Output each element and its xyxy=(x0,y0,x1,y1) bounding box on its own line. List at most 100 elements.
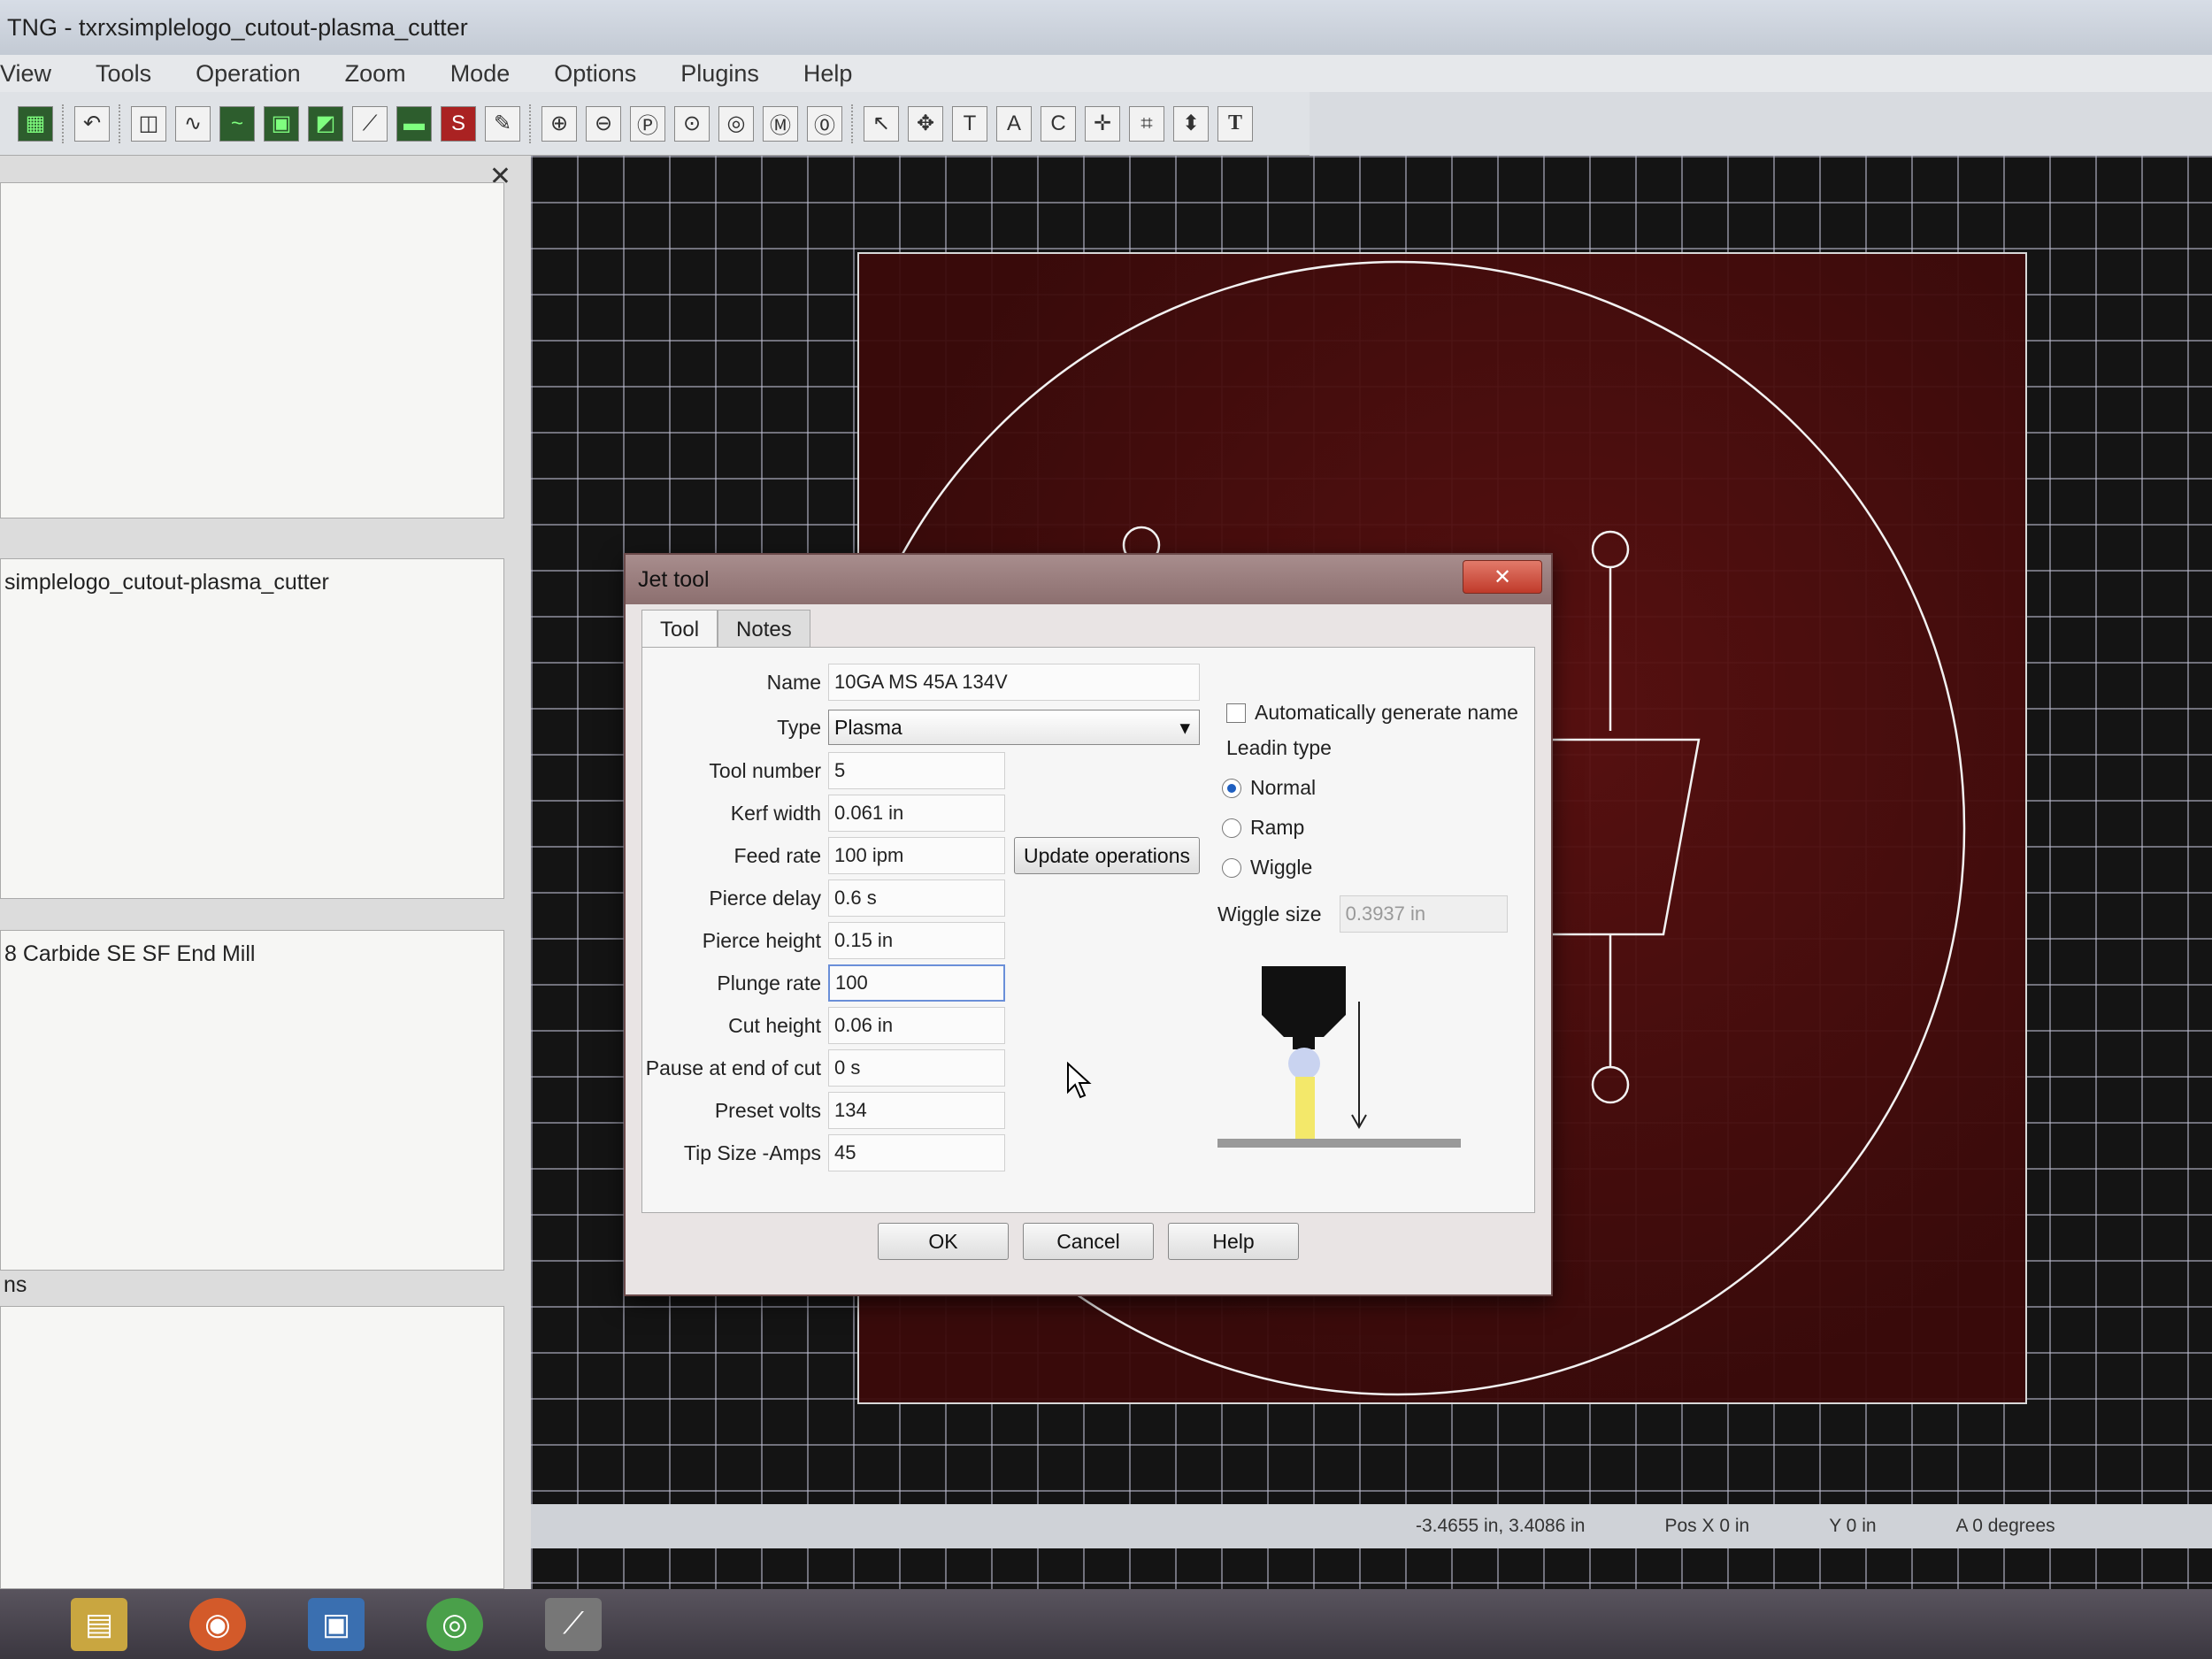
kerf-width-field[interactable]: 0.061 in xyxy=(828,795,1005,832)
menu-help[interactable]: Help xyxy=(803,60,853,88)
chrome-icon[interactable]: ◎ xyxy=(426,1597,483,1651)
torch-head-icon xyxy=(1262,966,1346,1037)
tool-number-field[interactable]: 5 xyxy=(828,752,1005,789)
feed-rate-field[interactable]: 100 ipm xyxy=(828,837,1005,874)
select-arrow-icon[interactable]: ↖ xyxy=(864,105,899,142)
leadin-wiggle-label: Wiggle xyxy=(1250,856,1313,879)
zoom-out-icon[interactable]: ⊖ xyxy=(586,105,621,142)
drill-op-icon[interactable]: ◫ xyxy=(131,105,166,142)
undo-icon[interactable]: ↶ xyxy=(74,105,110,142)
wiggle-size-field[interactable]: 0.3937 in xyxy=(1339,895,1508,933)
leadin-normal-radio[interactable] xyxy=(1222,778,1241,798)
text-tool-icon[interactable]: T xyxy=(1217,105,1253,142)
menu-tools[interactable]: Tools xyxy=(96,60,151,88)
paint-tool-icon[interactable]: ✎ xyxy=(485,105,520,142)
cancel-button[interactable]: Cancel xyxy=(1023,1223,1154,1260)
auto-name-checkbox[interactable] xyxy=(1226,703,1246,723)
node-edit-icon[interactable]: ⬍ xyxy=(1173,105,1209,142)
pierce-delay-field[interactable]: 0.6 s xyxy=(828,879,1005,917)
taskbar: ▤ ◉ ▣ ◎ ⟋ xyxy=(0,1589,2212,1659)
project-name[interactable]: simplelogo_cutout-plasma_cutter xyxy=(4,570,329,595)
preset-volts-field[interactable]: 134 xyxy=(828,1092,1005,1129)
plasma-jet xyxy=(1295,1077,1315,1139)
file-explorer-icon[interactable]: ▤ xyxy=(71,1597,127,1651)
inside-op-icon[interactable]: ◩ xyxy=(308,105,343,142)
menu-bar: View Tools Operation Zoom Mode Options P… xyxy=(0,55,2212,92)
operations-box xyxy=(0,1306,504,1589)
tool-tab-panel: Name 10GA MS 45A 134V Type Plasma ▾ Tool… xyxy=(641,647,1535,1213)
dialog-close-button[interactable]: ✕ xyxy=(1463,560,1542,594)
dialog-titlebar: Jet tool ✕ xyxy=(626,555,1551,604)
pos-y-readout: Y 0 in xyxy=(1829,1516,1877,1536)
tab-notes[interactable]: Notes xyxy=(718,610,810,649)
select-chain-icon[interactable]: C xyxy=(1041,105,1076,142)
cut-height-label: Cut height xyxy=(728,1013,821,1037)
toolbar-background xyxy=(1310,92,2212,156)
kerf-width-label: Kerf width xyxy=(730,801,821,825)
cad-app-icon[interactable]: ⟋ xyxy=(545,1597,602,1651)
project-tree-box: simplelogo_cutout-plasma_cutter xyxy=(0,558,504,899)
plunge-rate-field[interactable]: 100 xyxy=(828,964,1005,1002)
ok-button[interactable]: OK xyxy=(878,1223,1009,1260)
zoom-material-icon[interactable]: Ⓜ xyxy=(763,105,798,142)
zoom-stock-icon[interactable]: ◎ xyxy=(718,105,754,142)
tab-tool[interactable]: Tool xyxy=(641,610,718,649)
logo-bottom-circle[interactable] xyxy=(1591,1065,1630,1104)
workpiece-plate xyxy=(1217,1139,1461,1148)
facing-op-icon[interactable]: ▬ xyxy=(396,105,432,142)
vcarve-op-icon[interactable]: ⟋ xyxy=(352,105,388,142)
cursor-position: -3.4655 in, 3.4086 in xyxy=(1416,1516,1586,1536)
select-all-icon[interactable]: A xyxy=(996,105,1032,142)
leadin-normal-label: Normal xyxy=(1250,776,1317,799)
section-label: ns xyxy=(4,1272,27,1297)
menu-options[interactable]: Options xyxy=(554,60,636,88)
menu-plugins[interactable]: Plugins xyxy=(680,60,759,88)
menu-operation[interactable]: Operation xyxy=(196,60,301,88)
leadin-wiggle-radio[interactable] xyxy=(1222,857,1241,878)
move-icon[interactable]: ✛ xyxy=(1085,105,1120,142)
preset-volts-label: Preset volts xyxy=(714,1098,821,1122)
logo-diode-shape[interactable] xyxy=(1531,738,1701,936)
torch-diagram xyxy=(1217,966,1461,1148)
pocket-op-icon[interactable]: ▣ xyxy=(264,105,299,142)
pan-icon[interactable]: ✥ xyxy=(908,105,943,142)
zoom-in-icon[interactable]: ⊕ xyxy=(541,105,577,142)
browser-icon[interactable]: ◉ xyxy=(189,1597,246,1651)
update-operations-button[interactable]: Update operations xyxy=(1014,837,1200,874)
left-panel: ✕ simplelogo_cutout-plasma_cutter 8 Carb… xyxy=(0,156,531,1589)
help-button[interactable]: Help xyxy=(1168,1223,1299,1260)
name-field[interactable]: 10GA MS 45A 134V xyxy=(828,664,1200,701)
cut-height-field[interactable]: 0.06 in xyxy=(828,1007,1005,1044)
engrave-op-icon[interactable]: ~ xyxy=(219,105,255,142)
zoom-machine-icon[interactable]: ⓪ xyxy=(807,105,842,142)
app-icon[interactable]: ▣ xyxy=(308,1597,365,1651)
type-select-value: Plasma xyxy=(834,715,902,739)
calculator-icon[interactable]: ▦ xyxy=(18,105,53,142)
menu-zoom[interactable]: Zoom xyxy=(345,60,406,88)
zoom-part-icon[interactable]: Ⓟ xyxy=(630,105,665,142)
pause-field[interactable]: 0 s xyxy=(828,1049,1005,1087)
tip-size-field[interactable]: 45 xyxy=(828,1134,1005,1171)
pierce-height-field[interactable]: 0.15 in xyxy=(828,922,1005,959)
menu-mode[interactable]: Mode xyxy=(450,60,511,88)
menu-view[interactable]: View xyxy=(0,60,51,88)
crop-icon[interactable]: ⌗ xyxy=(1129,105,1164,142)
type-label: Type xyxy=(777,715,821,739)
window-titlebar: TNG - txrxsimplelogo_cutout-plasma_cutte… xyxy=(0,0,2212,55)
mouse-cursor-icon xyxy=(1067,1062,1092,1099)
leadin-ramp-radio[interactable] xyxy=(1222,818,1241,838)
zoom-window-icon[interactable]: ⊙ xyxy=(674,105,710,142)
toolbar-separator xyxy=(529,104,533,143)
angle-readout: A 0 degrees xyxy=(1955,1516,2055,1536)
plasma-op-icon[interactable]: S xyxy=(441,105,476,142)
leadin-ramp-label: Ramp xyxy=(1250,816,1305,839)
select-text-icon[interactable]: T xyxy=(952,105,987,142)
pierce-height-label: Pierce height xyxy=(702,928,821,952)
tool-list-item[interactable]: 8 Carbide SE SF End Mill xyxy=(4,941,255,967)
type-select[interactable]: Plasma ▾ xyxy=(828,710,1200,745)
window-title: TNG - txrxsimplelogo_cutout-plasma_cutte… xyxy=(7,13,468,41)
toolbar-separator xyxy=(62,104,65,143)
auto-name-label: Automatically generate name xyxy=(1255,701,1518,724)
profile-op-icon[interactable]: ∿ xyxy=(175,105,211,142)
logo-top-circle[interactable] xyxy=(1591,530,1630,569)
